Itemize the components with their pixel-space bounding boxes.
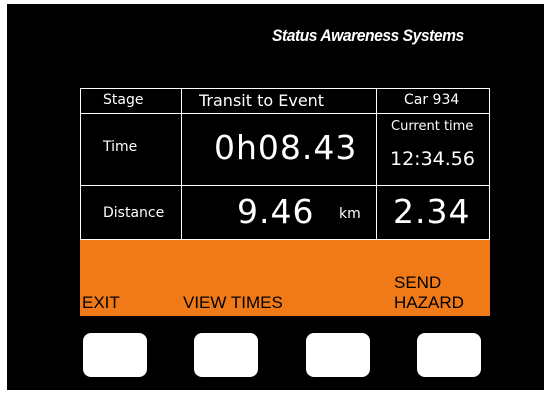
elapsed-time-value: 0h08.43 — [214, 128, 358, 167]
send-hazard-softkey[interactable]: SEND HAZARD — [394, 273, 464, 313]
secondary-distance-value: 2.34 — [393, 192, 471, 231]
send-hazard-line1: SEND — [394, 273, 442, 292]
time-label: Time — [103, 139, 138, 155]
current-time-label: Current time — [391, 119, 474, 134]
hardware-button-send-hazard[interactable] — [417, 333, 481, 377]
stage-label: Stage — [103, 92, 144, 108]
device-screen: Status Awareness Systems Stage Transit t… — [7, 4, 544, 390]
exit-softkey[interactable]: EXIT — [82, 293, 120, 313]
softkey-bar: EXIT VIEW TIMES SEND HAZARD — [80, 240, 490, 316]
grid-divider — [81, 185, 489, 186]
grid-divider — [181, 89, 182, 239]
brand-logo: Status Awareness Systems — [272, 26, 464, 45]
distance-value: 9.46 — [237, 192, 315, 231]
hardware-button-view-times[interactable] — [194, 333, 258, 377]
stage-value: Transit to Event — [199, 91, 325, 110]
view-times-softkey[interactable]: VIEW TIMES — [183, 293, 283, 313]
status-grid: Stage Transit to Event Car 934 Time 0h08… — [80, 88, 490, 240]
grid-divider — [81, 113, 489, 114]
car-number: Car 934 — [404, 92, 460, 108]
current-time-value: 12:34.56 — [390, 148, 475, 170]
grid-divider — [376, 89, 377, 239]
send-hazard-line2: HAZARD — [394, 293, 464, 312]
hardware-button-exit[interactable] — [83, 333, 147, 377]
hardware-button-3[interactable] — [306, 333, 370, 377]
distance-unit: km — [339, 206, 361, 222]
distance-label: Distance — [103, 205, 165, 221]
